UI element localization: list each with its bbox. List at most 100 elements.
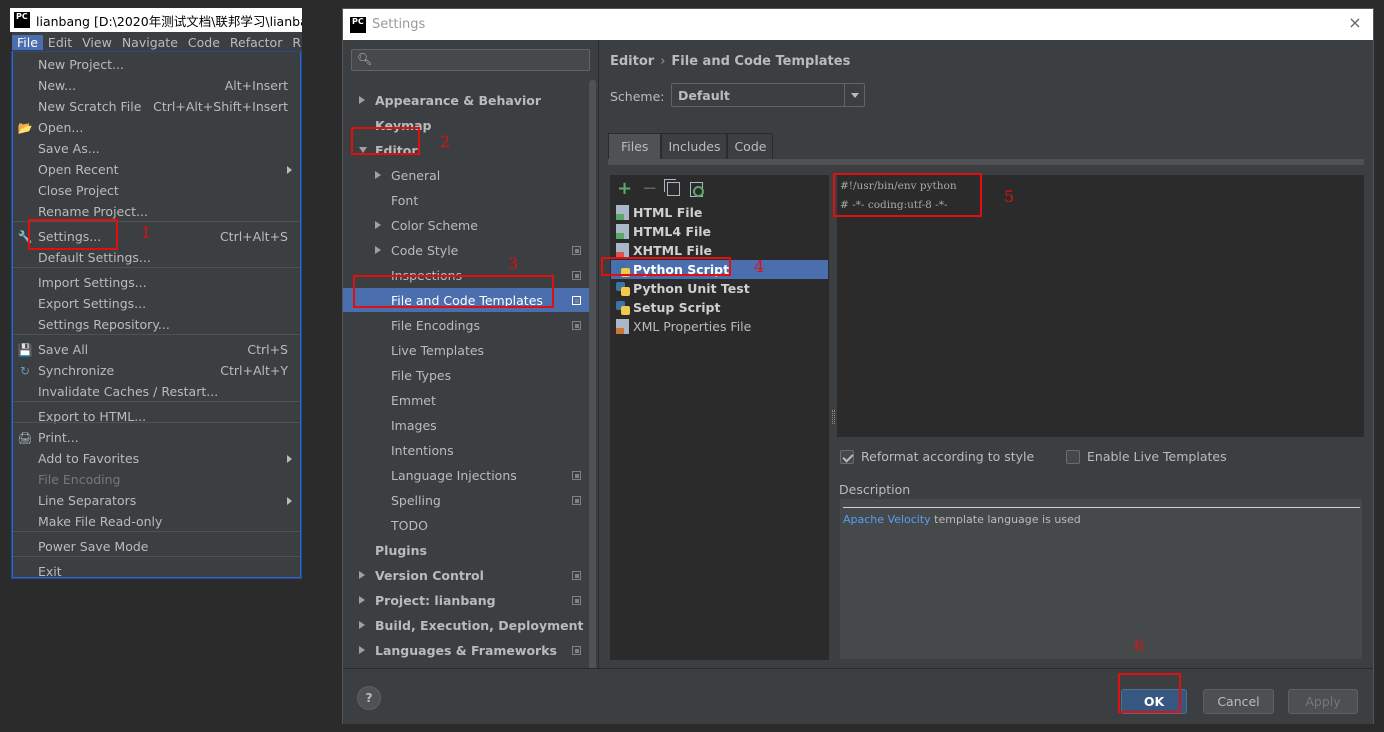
settings-tree-item[interactable]: Spelling xyxy=(343,488,593,512)
settings-tree-item[interactable]: File Encodings xyxy=(343,313,593,337)
file-menu-item[interactable]: 📂 Open... xyxy=(13,117,300,138)
menu-file[interactable]: File xyxy=(12,34,43,50)
tab-includes[interactable]: Includes xyxy=(661,133,728,159)
file-menu-item[interactable]: Invalidate Caches / Restart... xyxy=(13,381,300,402)
apply-button[interactable]: Apply xyxy=(1288,689,1358,714)
remove-icon[interactable]: − xyxy=(642,180,657,198)
template-list: + − HTML File HTML4 File XHTML File Python … xyxy=(610,175,829,660)
chevron-right-icon[interactable] xyxy=(359,621,365,629)
close-icon[interactable]: × xyxy=(1347,15,1363,31)
reformat-checkbox[interactable] xyxy=(840,449,854,464)
file-menu-item-shortcut: Ctrl+Alt+Y xyxy=(220,363,288,378)
template-item[interactable]: XML Properties File xyxy=(611,317,828,336)
menu-navigate[interactable]: Navigate xyxy=(117,35,183,50)
copy-icon[interactable] xyxy=(664,179,681,196)
settings-tree-item[interactable]: Color Scheme xyxy=(343,213,593,237)
file-menu-item[interactable]: Open Recent xyxy=(13,159,300,180)
file-menu-item-label: Save As... xyxy=(38,141,100,156)
chevron-right-icon[interactable] xyxy=(375,171,381,179)
file-menu-item[interactable]: File Encoding xyxy=(13,469,300,490)
template-tabs: Files Includes Code xyxy=(608,133,774,159)
template-item[interactable]: Setup Script xyxy=(611,298,828,317)
project-settings-icon xyxy=(572,270,581,280)
apache-velocity-link[interactable]: Apache Velocity xyxy=(843,513,931,526)
template-item-label: XML Properties File xyxy=(633,319,752,334)
live-templates-checkbox-row[interactable]: Enable Live Templates xyxy=(1066,449,1227,464)
project-settings-icon xyxy=(572,320,581,330)
chevron-right-icon[interactable] xyxy=(359,646,365,654)
file-menu-item-label: Export Settings... xyxy=(38,296,147,311)
file-menu-item[interactable]: Export to HTML... xyxy=(13,406,300,427)
chevron-right-icon[interactable] xyxy=(375,221,381,229)
settings-tree-item[interactable]: Language Injections xyxy=(343,463,593,487)
menu-refactor[interactable]: Refactor xyxy=(225,35,287,50)
settings-tree-item[interactable]: TODO xyxy=(343,513,593,537)
annotation-box-settings xyxy=(28,219,118,250)
file-menu-item[interactable]: Make File Read-only xyxy=(13,511,300,532)
file-menu-item[interactable]: Settings Repository... xyxy=(13,314,300,335)
settings-tree-item[interactable]: Version Control xyxy=(343,563,593,587)
add-icon[interactable]: + xyxy=(617,180,632,198)
settings-tree-item[interactable]: Images xyxy=(343,413,593,437)
settings-tree-item[interactable]: File Types xyxy=(343,363,593,387)
splitter-handle[interactable] xyxy=(832,410,835,424)
settings-tree-item[interactable]: Emmet xyxy=(343,388,593,412)
file-menu-item[interactable]: 🖨 Print... xyxy=(13,427,300,448)
description-rest: template language is used xyxy=(930,513,1081,526)
settings-tree-item[interactable]: Live Templates xyxy=(343,338,593,362)
file-menu-item[interactable]: ↻ Synchronize Ctrl+Alt+Y xyxy=(13,360,300,381)
template-item[interactable]: Python Unit Test xyxy=(611,279,828,298)
sync-icon: ↻ xyxy=(19,363,31,378)
dialog-title: Settings xyxy=(372,17,426,32)
tree-scrollbar[interactable] xyxy=(589,80,596,670)
settings-tree-item[interactable]: Intentions xyxy=(343,438,593,462)
file-menu-item[interactable]: Add to Favorites xyxy=(13,448,300,469)
help-button[interactable]: ? xyxy=(357,686,381,710)
chevron-right-icon[interactable] xyxy=(359,96,365,104)
python-icon xyxy=(616,281,630,296)
settings-tree-item-label: Emmet xyxy=(391,392,436,408)
chevron-right-icon[interactable] xyxy=(375,246,381,254)
tab-files[interactable]: Files xyxy=(608,133,662,159)
settings-tree-item[interactable]: Code Style xyxy=(343,238,593,262)
file-menu-item[interactable]: Import Settings... xyxy=(13,272,300,293)
reformat-checkbox-row[interactable]: Reformat according to style xyxy=(840,449,1034,464)
file-menu-item[interactable]: 💾 Save All Ctrl+S xyxy=(13,339,300,360)
file-menu-item[interactable]: Power Save Mode xyxy=(13,536,300,557)
reset-icon[interactable] xyxy=(690,181,705,197)
scheme-label: Scheme: xyxy=(610,89,665,104)
menu-view[interactable]: View xyxy=(77,35,117,50)
file-menu-item[interactable]: Save As... xyxy=(13,138,300,159)
file-menu-item[interactable]: Default Settings... xyxy=(13,247,300,268)
chevron-right-icon[interactable] xyxy=(359,596,365,604)
menu-run[interactable]: R xyxy=(287,35,302,50)
settings-search-input[interactable]: 🔍︎ xyxy=(351,49,590,71)
chevron-right-icon[interactable] xyxy=(359,571,365,579)
file-menu-item[interactable]: Export Settings... xyxy=(13,293,300,314)
file-menu-item[interactable]: Close Project xyxy=(13,180,300,201)
live-templates-checkbox[interactable] xyxy=(1066,449,1080,464)
template-item[interactable]: HTML4 File xyxy=(611,222,828,241)
menu-code[interactable]: Code xyxy=(183,35,225,50)
menu-edit[interactable]: Edit xyxy=(43,35,77,50)
file-menu-item[interactable]: New Scratch File Ctrl+Alt+Shift+Insert xyxy=(13,96,300,117)
settings-tree-item[interactable]: Appearance & Behavior xyxy=(343,88,593,112)
file-menu-item[interactable]: New... Alt+Insert xyxy=(13,75,300,96)
tab-underline xyxy=(608,159,1364,165)
breadcrumb-separator: › xyxy=(660,54,666,69)
settings-tree-item[interactable]: Plugins xyxy=(343,538,593,562)
cancel-button[interactable]: Cancel xyxy=(1203,689,1274,714)
pycharm-logo-icon: PC xyxy=(350,16,366,33)
settings-tree-item[interactable]: Languages & Frameworks xyxy=(343,638,593,662)
settings-tree-item[interactable]: General xyxy=(343,163,593,187)
file-menu-item[interactable]: Exit xyxy=(13,561,300,582)
settings-tree-item[interactable]: Build, Execution, Deployment xyxy=(343,613,593,637)
template-item-label: XHTML File xyxy=(633,243,712,258)
file-menu-item[interactable]: Line Separators xyxy=(13,490,300,511)
settings-tree-item[interactable]: Project: lianbang xyxy=(343,588,593,612)
scheme-dropdown[interactable]: Default xyxy=(671,83,865,107)
settings-tree-item[interactable]: Font xyxy=(343,188,593,212)
tab-code[interactable]: Code xyxy=(727,133,774,159)
file-menu-item[interactable]: New Project... xyxy=(13,54,300,75)
template-item[interactable]: HTML File xyxy=(611,203,828,222)
